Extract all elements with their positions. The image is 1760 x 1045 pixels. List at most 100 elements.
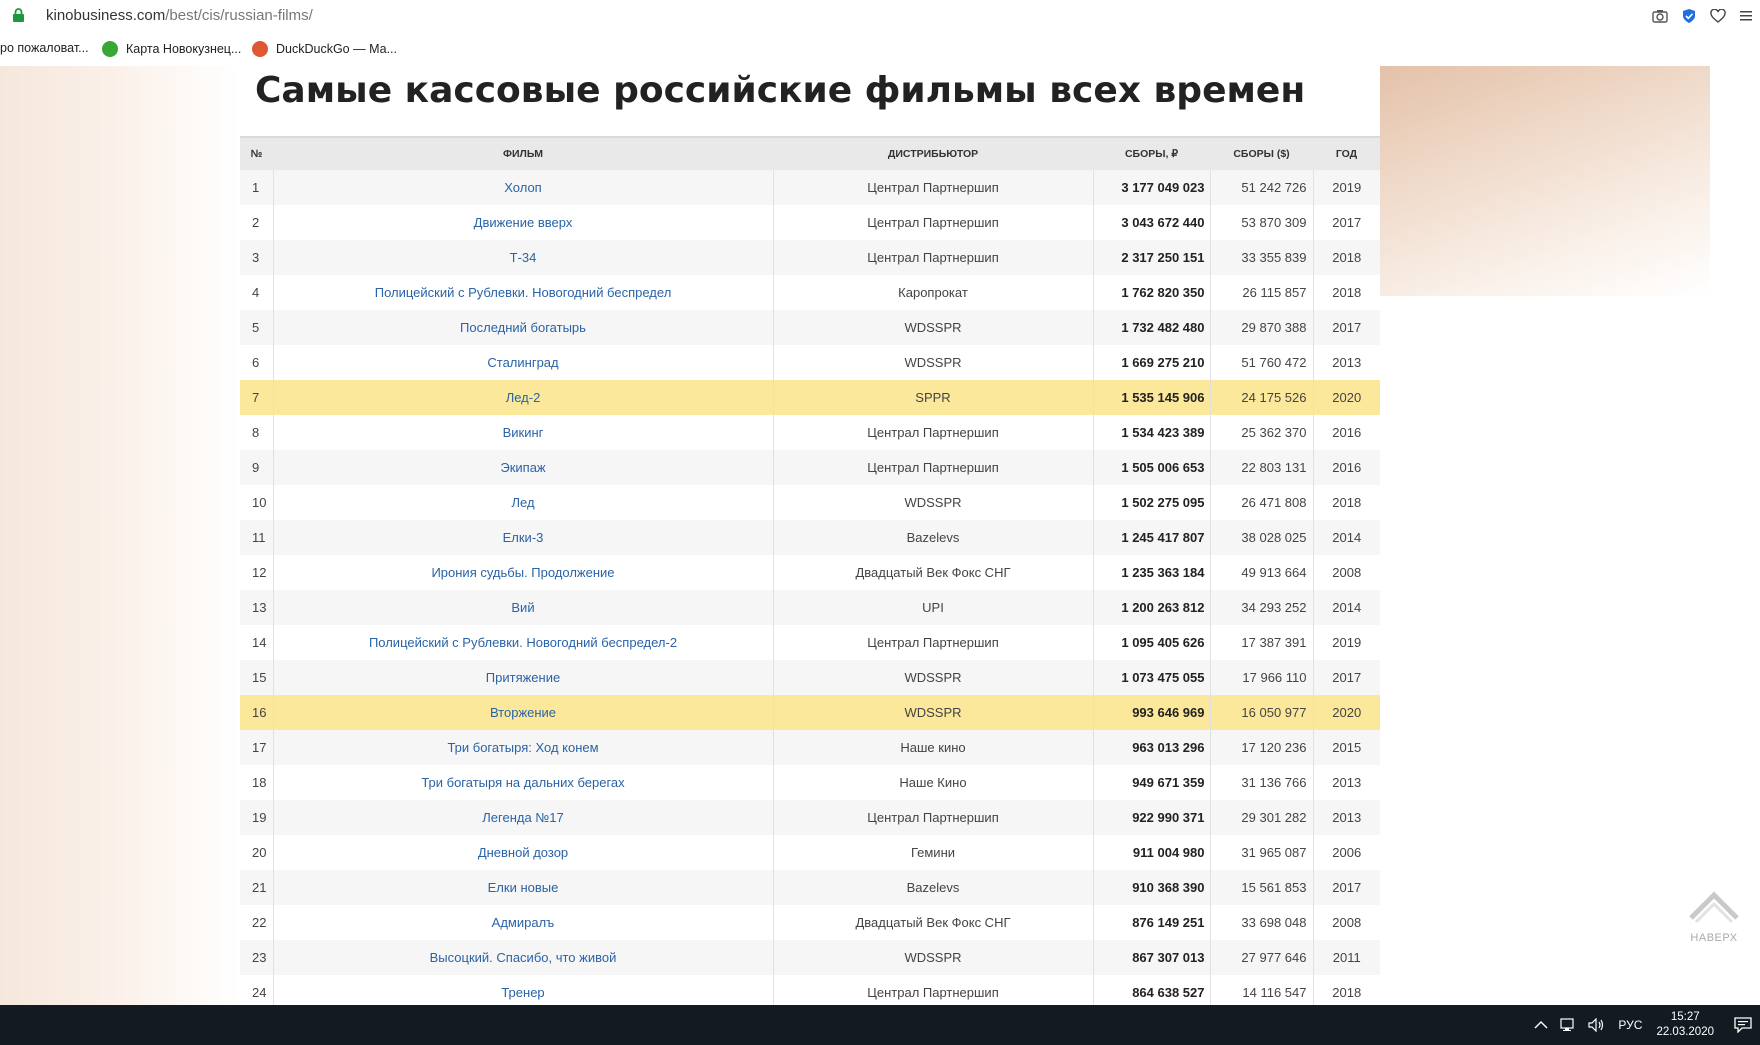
film-link[interactable]: Полицейский с Рублевки. Новогодний беспр…	[375, 285, 672, 300]
cell-year: 2020	[1312, 380, 1380, 415]
address-bar[interactable]: kinobusiness.com/best/cis/russian-films/	[0, 0, 1760, 32]
cell-year: 2018	[1312, 240, 1380, 275]
cell-gross-usd: 29 870 388	[1209, 310, 1313, 345]
notification-icon[interactable]	[1734, 1017, 1752, 1033]
cell-film: Три богатыря: Ход конем	[272, 730, 773, 765]
cell-film: Дневной дозор	[272, 835, 773, 870]
cell-rank: 4	[240, 275, 273, 310]
table-body: 1 Холоп Централ Партнершип 3 177 049 023 51 …	[240, 170, 1380, 1005]
volume-icon[interactable]	[1588, 1018, 1606, 1032]
cell-rank: 7	[240, 380, 273, 415]
film-link[interactable]: Три богатыря: Ход конем	[447, 740, 598, 755]
cell-rank: 19	[240, 800, 273, 835]
cell-rank: 21	[240, 870, 273, 905]
film-link[interactable]: Адмиралъ	[492, 915, 555, 930]
cell-distributor: Двадцатый Век Фокс СНГ	[772, 905, 1093, 940]
header-film: ФИЛЬМ	[273, 136, 773, 170]
shield-icon[interactable]	[1682, 8, 1696, 24]
cell-year: 2016	[1312, 415, 1380, 450]
cell-gross-usd: 34 293 252	[1209, 590, 1313, 625]
cell-distributor: Гемини	[772, 835, 1093, 870]
cell-gross-usd: 26 115 857	[1209, 275, 1313, 310]
cell-film: Холоп	[272, 170, 773, 205]
camera-icon[interactable]	[1652, 9, 1668, 23]
bookmark-item[interactable]: ро пожаловат...	[0, 41, 89, 55]
table-row: 19 Легенда №17 Централ Партнершип 922 990 3…	[240, 800, 1380, 835]
cell-rank: 22	[240, 905, 273, 940]
system-tray: РУС 15:27 22.03.2020	[1534, 1005, 1760, 1045]
table-row: 3 Т-34 Централ Партнершип 2 317 250 151 33 3…	[240, 240, 1380, 275]
clock-date: 22.03.2020	[1656, 1026, 1714, 1038]
language-indicator[interactable]: РУС	[1618, 1018, 1642, 1032]
menu-icon[interactable]	[1740, 9, 1752, 23]
cell-film: Елки новые	[272, 870, 773, 905]
cell-film: Вторжение	[272, 695, 773, 730]
url-text[interactable]: kinobusiness.com/best/cis/russian-films/	[46, 7, 313, 24]
bookmark-item[interactable]: DuckDuckGo — Ма...	[252, 41, 397, 57]
cell-distributor: WDSSPR	[772, 310, 1093, 345]
page-viewport[interactable]: Самые кассовые российские фильмы всех вр…	[0, 66, 1760, 1005]
network-icon[interactable]	[1560, 1018, 1578, 1032]
cell-film: Последний богатырь	[272, 310, 773, 345]
cell-gross-rub: 1 535 145 906	[1092, 380, 1210, 415]
table-row: 22 Адмиралъ Двадцатый Век Фокс СНГ 876 149 …	[240, 905, 1380, 940]
film-link[interactable]: Последний богатырь	[460, 320, 586, 335]
film-link[interactable]: Движение вверх	[474, 215, 573, 230]
table-row: 6 Сталинград WDSSPR 1 669 275 210 51 760 472…	[240, 345, 1380, 380]
film-link[interactable]: Экипаж	[500, 460, 545, 475]
film-link[interactable]: Легенда №17	[482, 810, 563, 825]
table-row: 10 Лед WDSSPR 1 502 275 095 26 471 808 2018	[240, 485, 1380, 520]
cell-year: 2014	[1312, 590, 1380, 625]
film-link[interactable]: Полицейский с Рублевки. Новогодний беспр…	[369, 635, 677, 650]
film-link[interactable]: Вий	[511, 600, 534, 615]
cell-distributor: Централ Партнершип	[772, 800, 1093, 835]
url-path: /best/cis/russian-films/	[165, 7, 313, 24]
film-link[interactable]: Елки-3	[503, 530, 544, 545]
cell-film: Экипаж	[272, 450, 773, 485]
cell-film: Ирония судьбы. Продолжение	[272, 555, 773, 590]
film-link[interactable]: Лед-2	[506, 390, 541, 405]
cell-year: 2006	[1312, 835, 1380, 870]
film-link[interactable]: Викинг	[503, 425, 544, 440]
clock[interactable]: 15:27 22.03.2020	[1656, 1010, 1714, 1040]
film-link[interactable]: Елки новые	[488, 880, 559, 895]
film-link[interactable]: Лед	[511, 495, 534, 510]
back-to-top-button[interactable]: НАВЕРХ	[1680, 886, 1748, 944]
cell-gross-usd: 27 977 646	[1209, 940, 1313, 975]
film-link[interactable]: Притяжение	[486, 670, 560, 685]
film-link[interactable]: Высоцкий. Спасибо, что живой	[430, 950, 617, 965]
cell-gross-rub: 910 368 390	[1092, 870, 1210, 905]
film-link[interactable]: Ирония судьбы. Продолжение	[431, 565, 614, 580]
table-row: 23 Высоцкий. Спасибо, что живой WDSSPR 867 …	[240, 940, 1380, 975]
cell-rank: 12	[240, 555, 273, 590]
cell-gross-usd: 33 355 839	[1209, 240, 1313, 275]
cell-distributor: WDSSPR	[772, 660, 1093, 695]
cell-gross-usd: 17 966 110	[1209, 660, 1313, 695]
film-link[interactable]: Вторжение	[490, 705, 556, 720]
bookmark-item[interactable]: Карта Новокузнец...	[102, 41, 241, 57]
cell-gross-rub: 1 235 363 184	[1092, 555, 1210, 590]
table-row: 4 Полицейский с Рублевки. Новогодний бесп…	[240, 275, 1380, 310]
table-row: 7 Лед-2 SPPR 1 535 145 906 24 175 526 2020	[240, 380, 1380, 415]
film-link[interactable]: Холоп	[504, 180, 541, 195]
film-link[interactable]: Три богатыря на дальних берегах	[421, 775, 624, 790]
cell-gross-usd: 51 242 726	[1209, 170, 1313, 205]
cell-gross-usd: 49 913 664	[1209, 555, 1313, 590]
table-row: 13 Вий UPI 1 200 263 812 34 293 252 2014	[240, 590, 1380, 625]
cell-gross-usd: 38 028 025	[1209, 520, 1313, 555]
cell-gross-rub: 3 043 672 440	[1092, 205, 1210, 240]
cell-year: 2014	[1312, 520, 1380, 555]
cell-year: 2013	[1312, 345, 1380, 380]
chevron-up-icon[interactable]	[1534, 1020, 1548, 1030]
heart-icon[interactable]	[1710, 9, 1726, 23]
url-host: kinobusiness.com	[46, 7, 166, 24]
film-link[interactable]: Тренер	[501, 985, 544, 1000]
film-link[interactable]: Т-34	[510, 250, 537, 265]
film-link[interactable]: Дневной дозор	[478, 845, 568, 860]
cell-year: 2020	[1312, 695, 1380, 730]
cell-distributor: Bazelevs	[772, 870, 1093, 905]
cell-film: Притяжение	[272, 660, 773, 695]
cell-gross-usd: 29 301 282	[1209, 800, 1313, 835]
film-link[interactable]: Сталинград	[487, 355, 558, 370]
cell-rank: 6	[240, 345, 273, 380]
